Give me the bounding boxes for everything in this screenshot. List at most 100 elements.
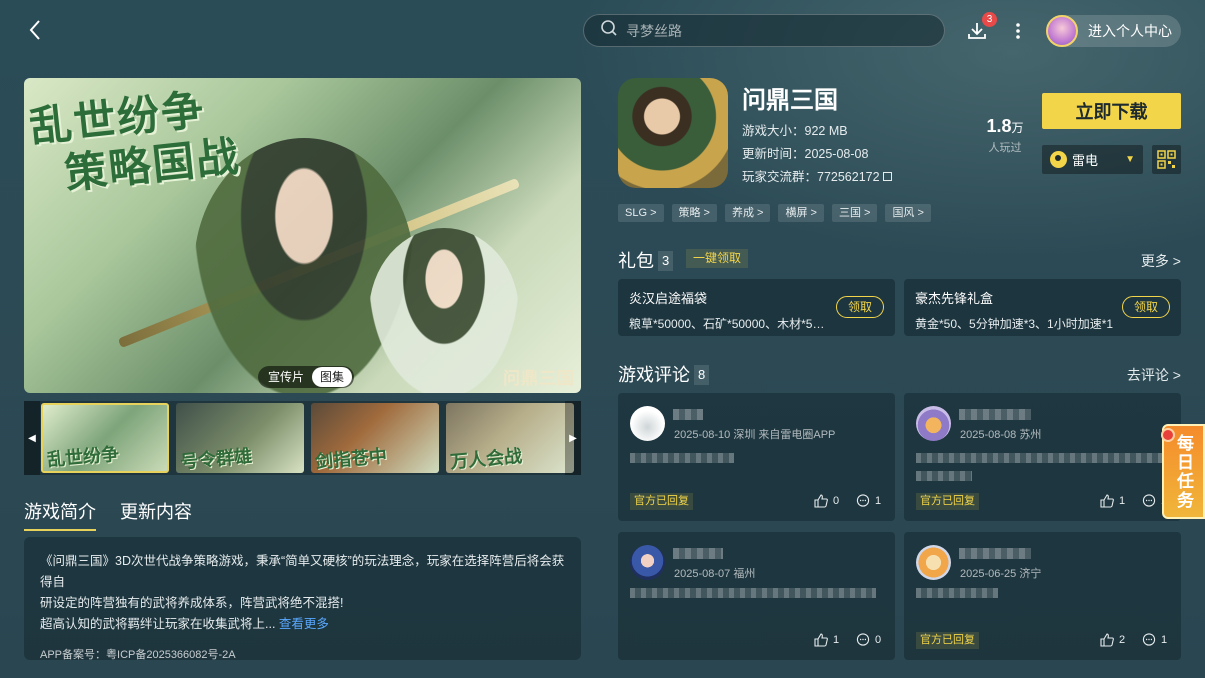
players-label: 人玩过: [988, 142, 1022, 154]
reviews-title-text: 游戏评论: [618, 365, 690, 385]
players-number: 1.8: [986, 116, 1012, 136]
game-icon: [618, 78, 728, 188]
thumbnail-label: 乱世纷争: [46, 443, 120, 472]
hero-banner[interactable]: 乱世纷争 策略国战 问鼎三国: [24, 78, 581, 393]
daily-task-dot: [1161, 428, 1175, 442]
comment-icon: [1142, 633, 1156, 646]
tab-intro[interactable]: 游戏简介: [24, 498, 96, 531]
claim-button[interactable]: 领取: [836, 296, 884, 318]
tag[interactable]: 策略 >: [671, 204, 717, 222]
thumb-next-icon[interactable]: ▶: [565, 401, 581, 475]
thumbnail-label: 万人会战: [449, 445, 523, 473]
like-count[interactable]: 1: [814, 633, 839, 647]
chevron-down-icon: ▼: [1125, 154, 1135, 165]
tab-gallery[interactable]: 图集: [312, 367, 353, 387]
avatar: [916, 545, 951, 580]
review-card[interactable]: 2025-08-08 苏州 官方已回复 1 1: [904, 393, 1181, 521]
gift-desc: 黄金*50、5分钟加速*3、1小时加速*1: [915, 317, 1114, 331]
review-card[interactable]: 2025-08-10 深圳 来自雷电圈APP 官方已回复 0 1: [618, 393, 895, 521]
comment-count-value: 1: [1161, 634, 1168, 646]
comment-count-value: 1: [875, 495, 882, 507]
official-reply-badge: 官方已回复: [916, 632, 979, 649]
review-text-blurred: [916, 453, 1172, 463]
download-now-button[interactable]: 立即下载: [1042, 93, 1181, 129]
reviews-title: 游戏评论 8: [618, 361, 710, 387]
tab-video[interactable]: 宣传片: [260, 367, 312, 387]
thumbnail-strip: ◀ 乱世纷争 号令群雄 剑指苍中 万人会战 ▶: [24, 401, 581, 475]
media-tabs: 宣传片 图集: [258, 366, 355, 388]
thumbs-up-icon: [1100, 633, 1114, 647]
comment-count[interactable]: 1: [856, 494, 881, 508]
intro-text-line3: 超高认知的武将羁绊让玩家在收集武将上... 查看更多: [40, 614, 565, 635]
hero-watermark: 问鼎三国: [503, 369, 575, 389]
tag[interactable]: 养成 >: [724, 204, 771, 222]
gift-desc: 粮草*50000、石矿*50000、木材*50000: [629, 317, 829, 331]
copy-icon[interactable]: [882, 172, 892, 181]
more-icon[interactable]: [1010, 20, 1026, 42]
intro-text-line2: 研设定的阵营独有的武将养成体系，阵营武将绝不混搭!: [40, 596, 344, 610]
comment-icon: [1142, 494, 1156, 507]
review-meta: 2025-08-07 福州: [674, 568, 756, 580]
gifts-more-link[interactable]: 更多 >: [1141, 251, 1181, 271]
like-count[interactable]: 2: [1100, 633, 1125, 647]
tag[interactable]: 横屏 >: [778, 204, 824, 222]
top-bar: 寻梦丝路 3 进入个人中心: [0, 0, 1205, 62]
thumb-prev-icon[interactable]: ◀: [24, 401, 40, 475]
like-count[interactable]: 1: [1100, 494, 1125, 508]
review-text-blurred: [630, 453, 734, 463]
thumbnail-label: 号令群雄: [179, 445, 253, 473]
avatar: [916, 406, 951, 441]
gifts-count: 3: [658, 251, 674, 271]
intro-box: 《问鼎三国》3D次世代战争策略游戏，秉承“简单又硬核”的玩法理念，玩家在选择阵营…: [24, 537, 581, 661]
review-meta: 2025-08-08 苏州: [960, 429, 1042, 441]
review-meta: 2025-06-25 济宁: [960, 568, 1042, 580]
comment-icon: [856, 633, 870, 646]
thumbs-up-icon: [814, 494, 828, 508]
user-center-label: 进入个人中心: [1088, 23, 1172, 39]
comment-icon: [856, 494, 870, 507]
game-group: 玩家交流群：772562172: [742, 166, 892, 185]
search-input[interactable]: 寻梦丝路: [583, 14, 945, 47]
thumbnail[interactable]: 剑指苍中: [311, 403, 439, 473]
search-placeholder: 寻梦丝路: [626, 22, 682, 39]
claim-button[interactable]: 领取: [1122, 296, 1170, 318]
hero-character-art: [369, 228, 519, 393]
review-card[interactable]: 2025-08-07 福州 1 0: [618, 532, 895, 660]
gifts-title-text: 礼包: [618, 251, 654, 271]
back-icon[interactable]: [24, 18, 48, 42]
avatar: [1046, 15, 1078, 47]
tag[interactable]: 三国 >: [831, 204, 878, 222]
user-center-button[interactable]: 进入个人中心: [1046, 15, 1181, 47]
go-review-link[interactable]: 去评论 >: [1127, 365, 1181, 385]
thumbnail-label: 剑指苍中: [314, 445, 388, 473]
gift-card: 豪杰先锋礼盒 黄金*50、5分钟加速*3、1小时加速*1 领取: [904, 279, 1181, 336]
tag[interactable]: 国风 >: [885, 204, 931, 222]
comment-count[interactable]: 1: [1142, 633, 1167, 647]
download-badge: 3: [982, 12, 997, 27]
thumbs-up-icon: [1100, 494, 1114, 508]
game-size: 游戏大小：922 MB: [742, 124, 848, 138]
official-reply-badge: 官方已回复: [630, 493, 693, 510]
thumbnail[interactable]: 乱世纷争: [41, 403, 169, 473]
comment-count[interactable]: 0: [856, 633, 881, 647]
like-count[interactable]: 0: [814, 494, 839, 508]
qr-code-icon[interactable]: [1152, 145, 1181, 174]
reviews-count: 8: [694, 365, 710, 385]
game-update-time: 更新时间：2025-08-08: [742, 147, 869, 161]
intro-text-line1: 《问鼎三国》3D次世代战争策略游戏，秉承“简单又硬核”的玩法理念，玩家在选择阵营…: [40, 554, 565, 589]
search-icon: [600, 19, 618, 42]
tag[interactable]: SLG >: [618, 204, 664, 222]
gift-card: 炎汉启途福袋 粮草*50000、石矿*50000、木材*50000 领取: [618, 279, 895, 336]
see-more-link[interactable]: 查看更多: [279, 617, 329, 631]
thumbnail[interactable]: 万人会战: [446, 403, 574, 473]
official-reply-badge: 官方已回复: [916, 493, 979, 510]
thumbnail[interactable]: 号令群雄: [176, 403, 304, 473]
hero-slogan: 乱世纷争 策略国战: [27, 82, 242, 203]
claim-all-button[interactable]: 一键领取: [686, 249, 749, 268]
tab-updates[interactable]: 更新内容: [120, 498, 192, 531]
players-unit: 万: [1011, 121, 1024, 135]
review-card[interactable]: 2025-06-25 济宁 官方已回复 2 1: [904, 532, 1181, 660]
emulator-select[interactable]: 雷电 ▼: [1042, 145, 1143, 174]
game-group-text: 玩家交流群：772562172: [742, 170, 880, 184]
reviewer-name-blurred: [673, 548, 723, 559]
